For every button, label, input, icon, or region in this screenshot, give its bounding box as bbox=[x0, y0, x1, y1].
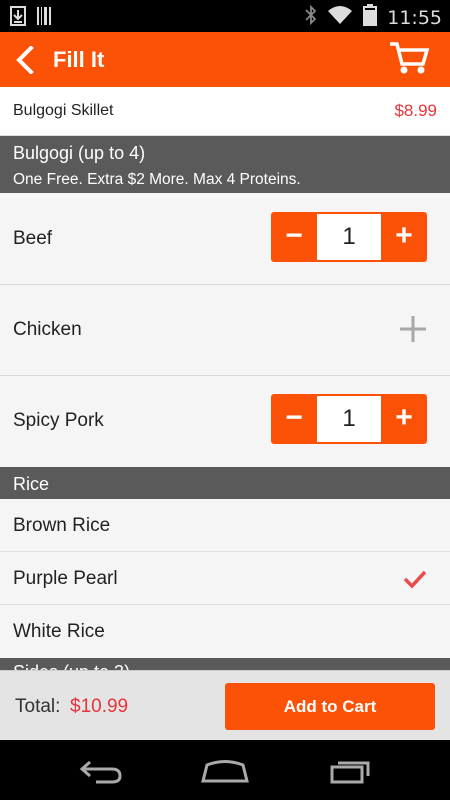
quantity-value: 1 bbox=[317, 214, 381, 260]
protein-option-spicy-pork: Spicy Pork − 1 + bbox=[0, 376, 450, 467]
order-footer: Total: $10.99 Add to Cart bbox=[0, 670, 450, 740]
nav-recents-icon[interactable] bbox=[328, 756, 374, 789]
protein-label: Chicken bbox=[13, 319, 82, 340]
rice-section-title: Rice bbox=[13, 474, 50, 494]
total-label: Total: bbox=[15, 696, 61, 717]
protein-label: Spicy Pork bbox=[13, 410, 104, 431]
status-time: 11:55 bbox=[387, 6, 442, 29]
wifi-icon bbox=[327, 5, 353, 30]
action-bar: Fill It bbox=[0, 32, 450, 87]
rice-option-brown-rice[interactable]: Brown Rice bbox=[0, 499, 450, 552]
protein-option-chicken[interactable]: Chicken bbox=[0, 285, 450, 376]
rice-label: Brown Rice bbox=[13, 515, 111, 536]
barcode-icon bbox=[36, 6, 52, 31]
check-icon bbox=[403, 569, 427, 589]
battery-icon bbox=[363, 4, 378, 31]
total-value: $10.99 bbox=[70, 696, 129, 717]
download-icon bbox=[10, 6, 26, 31]
system-nav-bar bbox=[0, 740, 450, 800]
quantity-value: 1 bbox=[317, 396, 381, 442]
decrement-button[interactable]: − bbox=[271, 394, 317, 444]
status-bar: 11:55 bbox=[0, 0, 450, 32]
protein-option-beef: Beef − 1 + bbox=[0, 194, 450, 285]
protein-label: Beef bbox=[13, 228, 53, 249]
rice-option-white-rice[interactable]: White Rice bbox=[0, 605, 450, 658]
decrement-button[interactable]: − bbox=[271, 212, 317, 262]
increment-button[interactable]: + bbox=[381, 394, 427, 444]
bluetooth-icon bbox=[305, 4, 317, 30]
add-to-cart-button[interactable]: Add to Cart bbox=[225, 683, 435, 730]
rice-label: White Rice bbox=[13, 621, 105, 642]
item-price: $8.99 bbox=[394, 101, 437, 120]
nav-back-icon[interactable] bbox=[78, 756, 124, 789]
rice-section-header: Rice bbox=[0, 467, 450, 499]
protein-section-header: Bulgogi (up to 4) One Free. Extra $2 Mor… bbox=[0, 136, 450, 193]
back-arrow-icon[interactable] bbox=[14, 45, 36, 75]
add-plus-icon[interactable] bbox=[398, 314, 428, 344]
rice-option-purple-pearl[interactable]: Purple Pearl bbox=[0, 552, 450, 605]
item-row: Bulgogi Skillet $8.99 bbox=[0, 87, 450, 136]
page-title: Fill It bbox=[53, 47, 105, 72]
protein-section-subtitle: One Free. Extra $2 More. Max 4 Proteins. bbox=[13, 171, 301, 188]
rice-label: Purple Pearl bbox=[13, 568, 118, 589]
quantity-stepper: − 1 + bbox=[271, 394, 427, 444]
quantity-stepper: − 1 + bbox=[271, 212, 427, 262]
cart-icon[interactable] bbox=[388, 40, 430, 76]
nav-home-icon[interactable] bbox=[200, 756, 250, 789]
increment-button[interactable]: + bbox=[381, 212, 427, 262]
protein-section-title: Bulgogi (up to 4) bbox=[13, 143, 146, 163]
item-name: Bulgogi Skillet bbox=[13, 102, 114, 119]
